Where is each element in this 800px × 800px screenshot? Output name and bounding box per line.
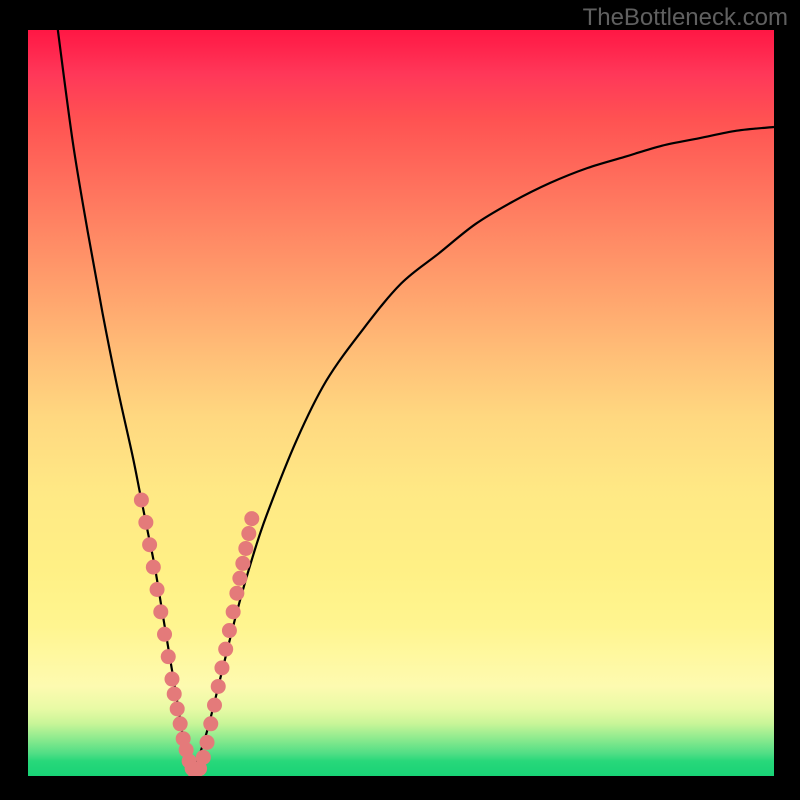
highlight-dot bbox=[167, 686, 182, 701]
highlight-dot bbox=[232, 571, 247, 586]
highlight-dot bbox=[229, 586, 244, 601]
right-branch-curve bbox=[192, 127, 774, 776]
left-branch-curve bbox=[58, 30, 192, 776]
chart-plot-area bbox=[28, 30, 774, 776]
highlight-dot bbox=[164, 672, 179, 687]
chart-svg bbox=[28, 30, 774, 776]
highlight-dot bbox=[214, 660, 229, 675]
highlight-dot bbox=[238, 541, 253, 556]
highlight-dot bbox=[170, 701, 185, 716]
highlight-dot bbox=[157, 627, 172, 642]
highlight-dot bbox=[153, 604, 168, 619]
highlight-dot bbox=[173, 716, 188, 731]
highlight-dot bbox=[222, 623, 237, 638]
highlight-dot bbox=[207, 698, 222, 713]
highlight-dots-left bbox=[134, 492, 203, 776]
highlight-dot bbox=[218, 642, 233, 657]
highlight-dot bbox=[241, 526, 256, 541]
highlight-dot bbox=[161, 649, 176, 664]
highlight-dot bbox=[150, 582, 165, 597]
highlight-dot bbox=[134, 492, 149, 507]
highlight-dots-right bbox=[192, 511, 259, 776]
highlight-dot bbox=[203, 716, 218, 731]
highlight-dot bbox=[138, 515, 153, 530]
attribution-text: TheBottleneck.com bbox=[583, 4, 788, 32]
highlight-dot bbox=[196, 750, 211, 765]
highlight-dot bbox=[244, 511, 259, 526]
highlight-dot bbox=[146, 560, 161, 575]
highlight-dot bbox=[211, 679, 226, 694]
highlight-dot bbox=[142, 537, 157, 552]
highlight-dot bbox=[235, 556, 250, 571]
highlight-dot bbox=[200, 735, 215, 750]
highlight-dot bbox=[226, 604, 241, 619]
